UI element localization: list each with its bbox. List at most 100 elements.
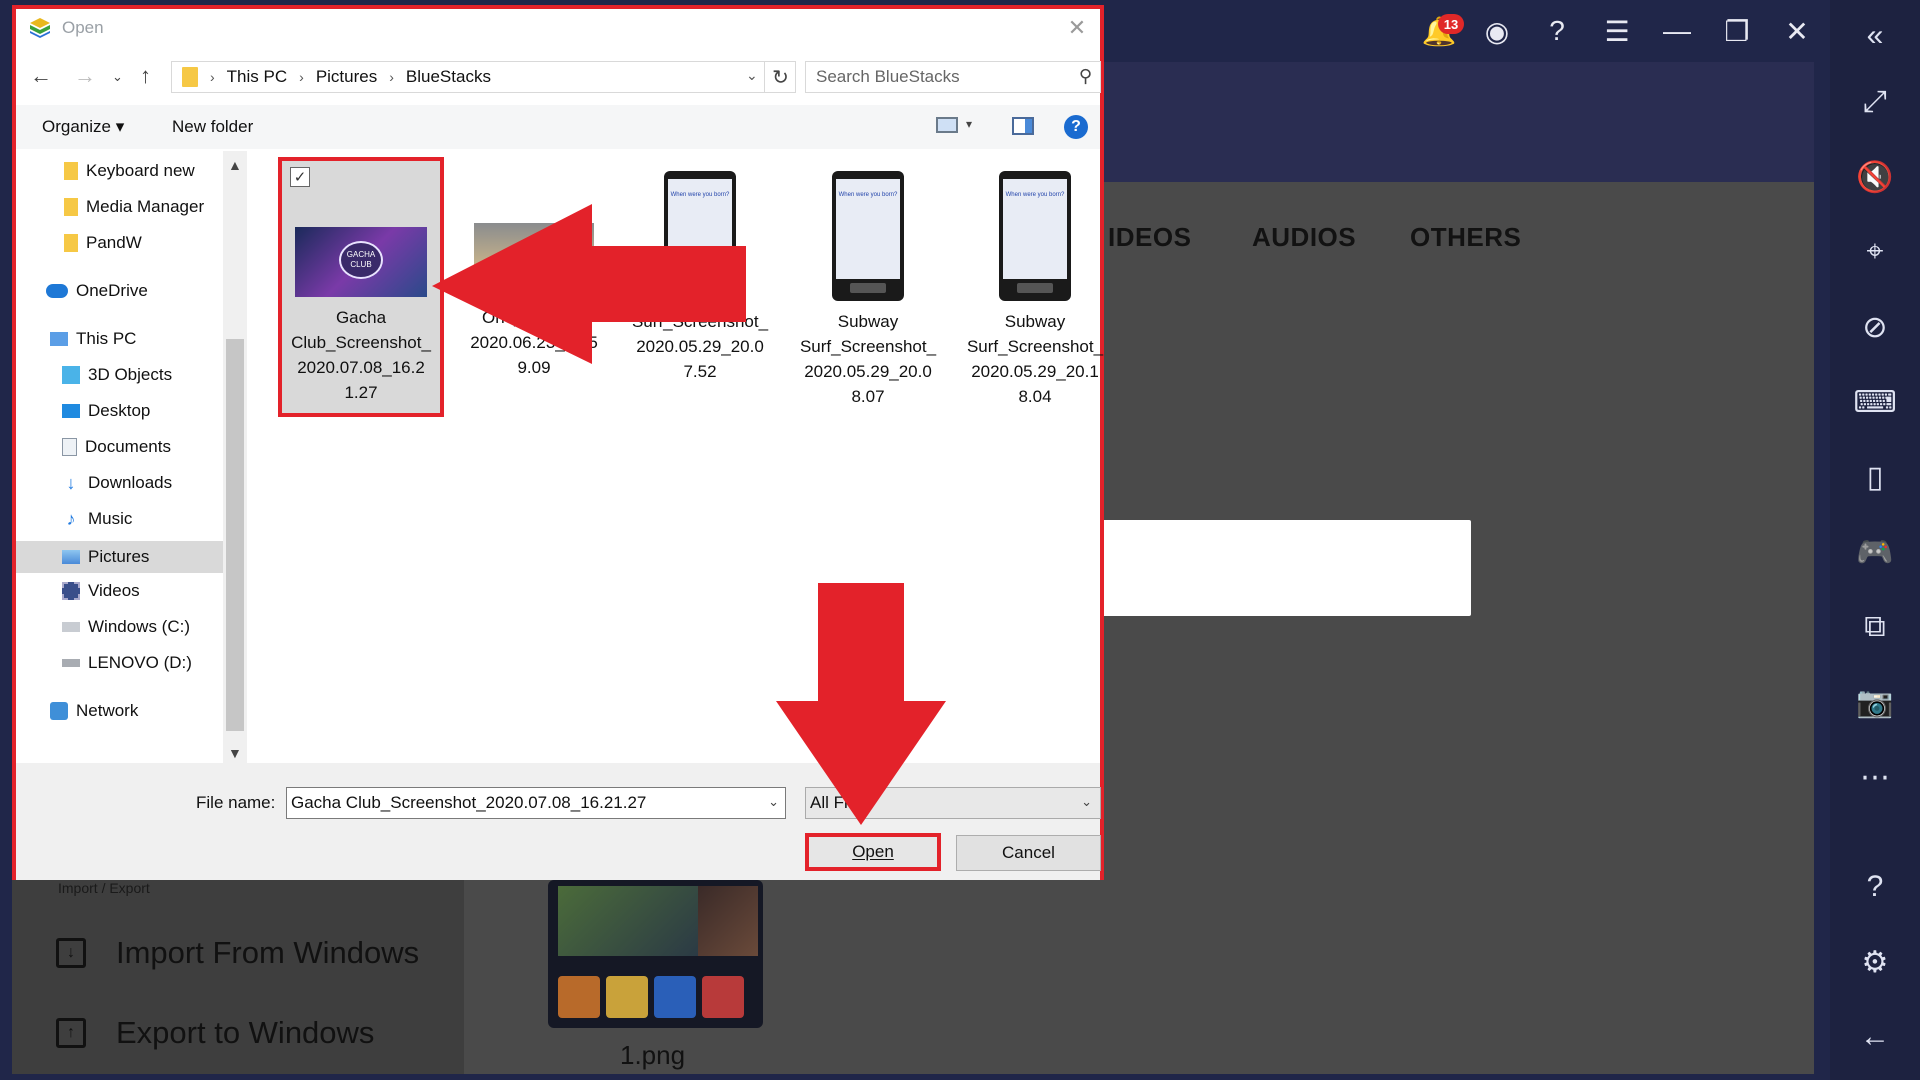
phone-thumbnail: When were you born?: [999, 171, 1071, 301]
nav-item-keyboard-new[interactable]: Keyboard new: [64, 157, 195, 185]
scroll-down-icon[interactable]: ▼: [228, 745, 242, 761]
import-icon: ↓: [56, 938, 86, 968]
more-icon[interactable]: ⋯: [1853, 755, 1897, 799]
nav-item-windows-c[interactable]: Windows (C:): [62, 613, 190, 641]
import-from-windows-button[interactable]: ↓ Import From Windows: [56, 935, 419, 971]
pointer-icon[interactable]: ⌖: [1853, 230, 1897, 274]
media-thumbnail[interactable]: [548, 880, 763, 1028]
music-icon: ♪: [66, 509, 76, 529]
export-icon: ↑: [56, 1018, 86, 1048]
search-input[interactable]: Search BlueStacks ⚲: [805, 61, 1101, 93]
nav-item-videos[interactable]: Videos: [62, 577, 140, 605]
refresh-icon[interactable]: ↻: [764, 61, 796, 93]
notification-badge: 13: [1438, 14, 1464, 34]
nav-item-3d-objects[interactable]: 3D Objects: [62, 361, 172, 389]
nav-item-downloads[interactable]: ↓ Downloads: [62, 469, 173, 497]
nav-item-lenovo-d[interactable]: LENOVO (D:): [62, 649, 192, 677]
nav-item-desktop[interactable]: Desktop: [62, 397, 150, 425]
address-dropdown-icon[interactable]: ⌄: [746, 67, 758, 84]
tab-videos[interactable]: IDEOS: [1108, 222, 1191, 253]
help-icon[interactable]: ?: [1064, 115, 1088, 139]
command-bar: Organize ▾ New folder ▾ ?: [16, 105, 1100, 149]
minimize-icon[interactable]: —: [1658, 12, 1696, 50]
breadcrumb-this-pc[interactable]: This PC: [227, 67, 287, 87]
breadcrumb-bluestacks[interactable]: BlueStacks: [406, 67, 491, 87]
camera-icon[interactable]: 📷: [1853, 680, 1897, 724]
nav-item-pictures[interactable]: Pictures: [16, 541, 223, 573]
gamepad-icon[interactable]: 🎮: [1853, 530, 1897, 574]
red-arrow-down-icon: [776, 583, 946, 825]
open-button[interactable]: Open: [805, 833, 941, 871]
drive-icon: [62, 622, 80, 632]
import-label: Import From Windows: [116, 935, 420, 970]
tab-others[interactable]: OTHERS: [1410, 222, 1521, 253]
breadcrumb-pictures[interactable]: Pictures: [316, 67, 377, 87]
eye-off-icon[interactable]: ⊘: [1853, 305, 1897, 349]
bluestacks-logo-icon: [30, 18, 50, 38]
nav-item-this-pc[interactable]: This PC: [50, 325, 136, 353]
cloud-icon: [46, 284, 68, 298]
view-options-icon[interactable]: [936, 117, 958, 133]
download-icon: ↓: [66, 473, 76, 493]
preview-pane-icon[interactable]: [1012, 117, 1034, 135]
network-icon: [50, 702, 68, 720]
nav-scrollbar[interactable]: ▲ ▼: [223, 151, 247, 763]
dialog-title: Open: [62, 18, 104, 37]
forward-icon[interactable]: →: [74, 63, 96, 89]
nav-item-media-manager[interactable]: Media Manager: [64, 193, 204, 221]
nav-item-network[interactable]: Network: [50, 697, 138, 725]
address-bar[interactable]: › This PC › Pictures › BlueStacks: [171, 61, 796, 93]
nav-item-music[interactable]: ♪ Music: [62, 505, 133, 533]
file-name-input[interactable]: Gacha Club_Screenshot_2020.07.08_16.21.2…: [286, 787, 786, 819]
thumbnail-caption: 1.png: [620, 1040, 686, 1070]
red-arrow-left-icon: [432, 204, 746, 364]
apk-install-icon[interactable]: ⧉: [1853, 605, 1897, 649]
keyboard-icon[interactable]: ⌨: [1853, 380, 1897, 424]
help-box-icon[interactable]: ?: [1853, 865, 1897, 909]
gear-icon[interactable]: ⚙: [1853, 940, 1897, 984]
tab-audios[interactable]: AUDIOS: [1252, 222, 1356, 253]
folder-icon: [182, 67, 198, 87]
back-arrow-icon[interactable]: ←: [1853, 1015, 1897, 1059]
file-item-subway-surf-3[interactable]: When were you born? Subway Surf_Screensh…: [955, 171, 1115, 409]
checkbox[interactable]: ✓: [290, 167, 310, 187]
close-icon[interactable]: ✕: [1062, 13, 1092, 43]
help-circle-icon[interactable]: ?: [1538, 12, 1576, 50]
up-folder-icon[interactable]: ↑: [140, 63, 151, 89]
restore-icon[interactable]: ❐: [1718, 12, 1756, 50]
gacha-logo: GACHA CLUB: [339, 241, 383, 279]
file-item-subway-surf-2[interactable]: When were you born? Subway Surf_Screensh…: [788, 171, 948, 409]
pictures-icon: [62, 550, 80, 564]
nav-item-onedrive[interactable]: OneDrive: [46, 277, 148, 305]
cube-icon: [62, 366, 80, 384]
account-icon[interactable]: ◉: [1478, 12, 1516, 50]
folder-icon: [64, 198, 78, 216]
navigation-row: ← → ⌄ ↑ › This PC › Pictures › BlueStack…: [16, 57, 1101, 97]
new-folder-button[interactable]: New folder: [172, 117, 253, 137]
menu-icon[interactable]: ☰: [1598, 12, 1636, 50]
nav-item-pandw[interactable]: PandW: [64, 229, 142, 257]
fullscreen-icon[interactable]: ⤢: [1853, 80, 1897, 124]
recent-locations-icon[interactable]: ⌄: [112, 69, 123, 85]
collapse-sidebar-icon[interactable]: «: [1853, 14, 1897, 58]
nav-item-documents[interactable]: Documents: [62, 433, 171, 461]
organize-button[interactable]: Organize ▾: [42, 117, 124, 137]
scroll-up-icon[interactable]: ▲: [228, 157, 242, 173]
volume-mute-icon[interactable]: 🔇: [1853, 155, 1897, 199]
chevron-down-icon[interactable]: ⌄: [1081, 794, 1092, 810]
folder-icon: [64, 234, 78, 252]
export-to-windows-button[interactable]: ↑ Export to Windows: [56, 1015, 374, 1051]
file-name-label: File name:: [196, 793, 276, 812]
drive-icon: [62, 659, 80, 667]
back-icon[interactable]: ←: [30, 63, 52, 89]
scrollbar-thumb[interactable]: [226, 339, 244, 731]
view-dropdown-icon[interactable]: ▾: [966, 117, 972, 131]
info-card: [1100, 520, 1471, 616]
phone-rotate-icon[interactable]: ▯: [1853, 455, 1897, 499]
close-window-icon[interactable]: ✕: [1778, 12, 1816, 50]
computer-icon: [50, 332, 68, 346]
desktop-icon: [62, 404, 80, 418]
videos-icon: [62, 582, 80, 600]
cancel-button[interactable]: Cancel: [956, 835, 1101, 871]
file-item-gacha-club[interactable]: ✓ GACHA CLUB Gacha Club_Screenshot_ 2020…: [278, 157, 444, 417]
